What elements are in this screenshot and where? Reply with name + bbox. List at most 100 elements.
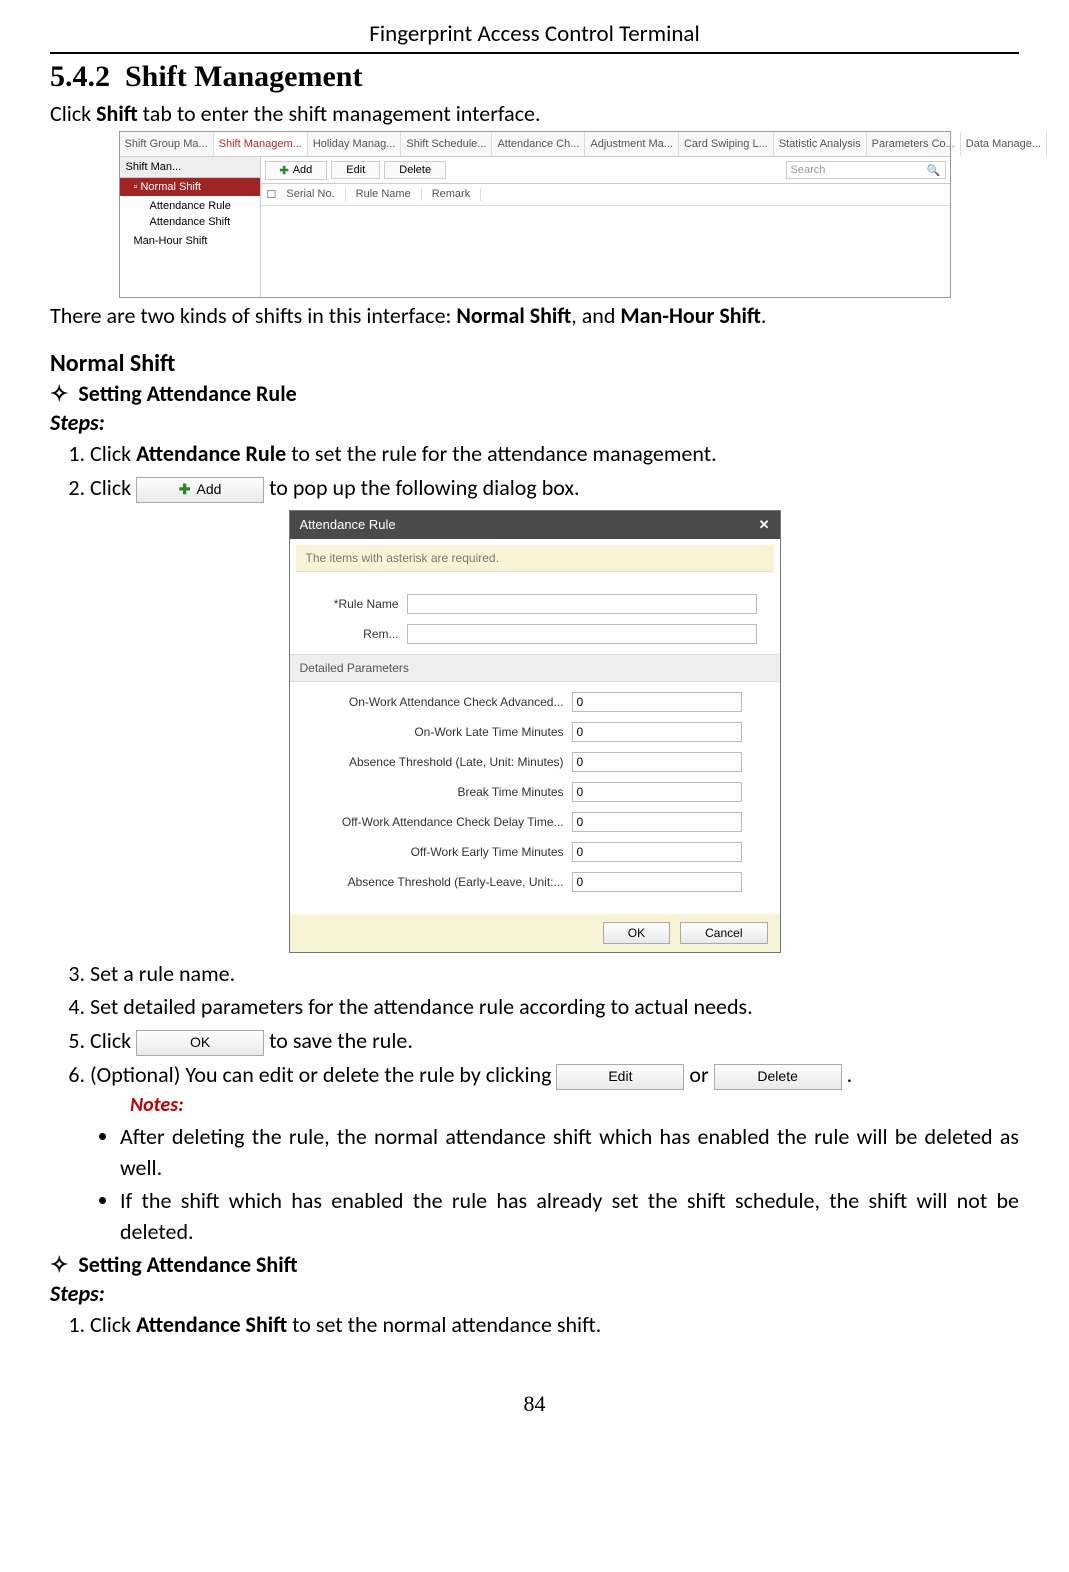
inline-ok-button[interactable]: OK: [136, 1030, 264, 1056]
tab-holiday[interactable]: Holiday Manag...: [308, 132, 402, 156]
inline-add-button[interactable]: ✚ Add: [136, 477, 264, 503]
step-6: (Optional) You can edit or delete the ru…: [90, 1060, 1019, 1248]
tab-shift-group[interactable]: Shift Group Ma...: [120, 132, 214, 156]
setting-shift-heading: ✧ Setting Attendance Shift: [50, 1251, 1019, 1278]
tab-statistic[interactable]: Statistic Analysis: [774, 132, 867, 156]
close-icon[interactable]: ✕: [759, 517, 770, 533]
intro-text: Click Shift tab to enter the shift manag…: [50, 100, 1019, 127]
rule-name-label: *Rule Name: [304, 597, 407, 611]
dialog-titlebar: Attendance Rule ✕: [290, 511, 780, 539]
tree-normal-shift[interactable]: ▫ Normal Shift: [120, 178, 260, 196]
rule-name-input[interactable]: [407, 594, 757, 614]
dialog-info-banner: The items with asterisk are required.: [296, 545, 774, 572]
remark-label: Rem...: [304, 627, 407, 641]
step-6-prefix: (Optional) You can edit or delete the ru…: [90, 1061, 556, 1088]
after-shot-prefix: There are two kinds of shifts in this in…: [50, 302, 456, 329]
inline-add-label: Add: [197, 480, 222, 500]
inline-edit-button[interactable]: Edit: [556, 1064, 684, 1090]
after-shot-b2: Man-Hour Shift: [620, 302, 761, 329]
toolbar: ✚Add Edit Delete Search 🔍: [261, 157, 950, 184]
tab-parameters[interactable]: Parameters Co...: [867, 132, 961, 156]
param-input-3[interactable]: [572, 782, 742, 802]
section-title: Shift Management: [125, 60, 362, 93]
step-2-suffix: to pop up the following dialog box.: [269, 474, 579, 501]
rule-name-row: *Rule Name: [304, 594, 766, 614]
step-1-suffix: to set the rule for the attendance manag…: [286, 440, 716, 467]
inline-delete-button[interactable]: Delete: [714, 1064, 842, 1090]
step-5: Click OK to save the rule.: [90, 1026, 1019, 1057]
left-panel-header: Shift Man...: [120, 157, 260, 178]
tab-bar: Shift Group Ma... Shift Managem... Holid…: [120, 132, 950, 157]
steps-list-2: Click Attendance Shift to set the normal…: [50, 1310, 1019, 1341]
step-1: Click Attendance Rule to set the rule fo…: [90, 439, 1019, 470]
search-placeholder: Search: [791, 164, 826, 176]
tree-normal-shift-label: Normal Shift: [140, 181, 201, 193]
tab-attendance-check[interactable]: Attendance Ch...: [492, 132, 585, 156]
edit-button[interactable]: Edit: [331, 161, 380, 179]
step-3: Set a rule name.: [90, 959, 1019, 990]
search-input[interactable]: Search 🔍: [786, 161, 946, 179]
intro-prefix: Click: [50, 100, 96, 127]
after-shot-mid: , and: [571, 302, 620, 329]
param-input-4[interactable]: [572, 812, 742, 832]
step2-1-prefix: Click: [90, 1311, 136, 1338]
dialog-cancel-button[interactable]: Cancel: [680, 922, 767, 944]
plus-icon: ✚: [179, 480, 191, 500]
note-1: After deleting the rule, the normal atte…: [120, 1122, 1019, 1184]
step-2-prefix: Click: [90, 474, 136, 501]
page-number: 84: [50, 1391, 1019, 1417]
step-5-suffix: to save the rule.: [269, 1027, 413, 1054]
tab-data-manage[interactable]: Data Manage...: [961, 132, 1047, 156]
remark-input[interactable]: [407, 624, 757, 644]
right-panel: ✚Add Edit Delete Search 🔍 ☐ Serial No. Ru…: [261, 157, 950, 297]
page-header: Fingerprint Access Control Terminal: [50, 20, 1019, 54]
left-panel: Shift Man... ▫ Normal Shift Attendance R…: [120, 157, 261, 297]
intro-bold: Shift: [96, 100, 138, 127]
tab-adjustment[interactable]: Adjustment Ma...: [585, 132, 679, 156]
setting-shift-heading-text: Setting Attendance Shift: [78, 1251, 297, 1278]
tree-man-hour-shift[interactable]: Man-Hour Shift: [120, 232, 260, 250]
param-row-3: Break Time Minutes: [304, 782, 766, 802]
step-6-mid: or: [689, 1061, 713, 1088]
after-shot-b1: Normal Shift: [456, 302, 571, 329]
step-1-bold: Attendance Rule: [136, 440, 286, 467]
param-row-6: Absence Threshold (Early-Leave, Unit:...: [304, 872, 766, 892]
normal-shift-heading: Normal Shift: [50, 349, 1019, 378]
step-5-prefix: Click: [90, 1027, 136, 1054]
steps-label-2: Steps:: [50, 1280, 1019, 1307]
add-button-label: Add: [293, 164, 313, 176]
param-row-4: Off-Work Attendance Check Delay Time...: [304, 812, 766, 832]
step2-1: Click Attendance Shift to set the normal…: [90, 1310, 1019, 1341]
dialog-ok-button[interactable]: OK: [603, 922, 670, 944]
delete-button[interactable]: Delete: [384, 161, 446, 179]
notes-label: Notes:: [130, 1091, 1019, 1119]
param-input-5[interactable]: [572, 842, 742, 862]
step2-1-suffix: to set the normal attendance shift.: [287, 1311, 601, 1338]
param-input-2[interactable]: [572, 752, 742, 772]
column-headers: ☐ Serial No. Rule Name Remark: [261, 184, 950, 206]
param-label-2: Absence Threshold (Late, Unit: Minutes): [304, 755, 572, 769]
tab-card-swiping[interactable]: Card Swiping L...: [679, 132, 774, 156]
param-row-5: Off-Work Early Time Minutes: [304, 842, 766, 862]
param-label-0: On-Work Attendance Check Advanced...: [304, 695, 572, 709]
intro-suffix: tab to enter the shift management interf…: [138, 100, 541, 127]
step-4: Set detailed parameters for the attendan…: [90, 992, 1019, 1023]
col-serial: Serial No.: [286, 188, 345, 201]
param-input-1[interactable]: [572, 722, 742, 742]
add-button[interactable]: ✚Add: [265, 161, 328, 180]
tab-shift-schedule[interactable]: Shift Schedule...: [401, 132, 492, 156]
param-row-2: Absence Threshold (Late, Unit: Minutes): [304, 752, 766, 772]
tree-attendance-rule[interactable]: Attendance Rule: [120, 200, 260, 212]
dialog-title-text: Attendance Rule: [300, 517, 396, 532]
step2-1-bold: Attendance Shift: [136, 1311, 287, 1338]
steps-list-1b: Set a rule name. Set detailed parameters…: [50, 959, 1019, 1248]
tree-attendance-shift[interactable]: Attendance Shift: [120, 216, 260, 228]
col-remark: Remark: [432, 188, 482, 201]
note-2: If the shift which has enabled the rule …: [120, 1186, 1019, 1248]
remark-row: Rem...: [304, 624, 766, 644]
param-label-5: Off-Work Early Time Minutes: [304, 845, 572, 859]
param-input-6[interactable]: [572, 872, 742, 892]
param-input-0[interactable]: [572, 692, 742, 712]
search-icon: 🔍: [927, 164, 941, 177]
tab-shift-management[interactable]: Shift Managem...: [214, 132, 308, 156]
